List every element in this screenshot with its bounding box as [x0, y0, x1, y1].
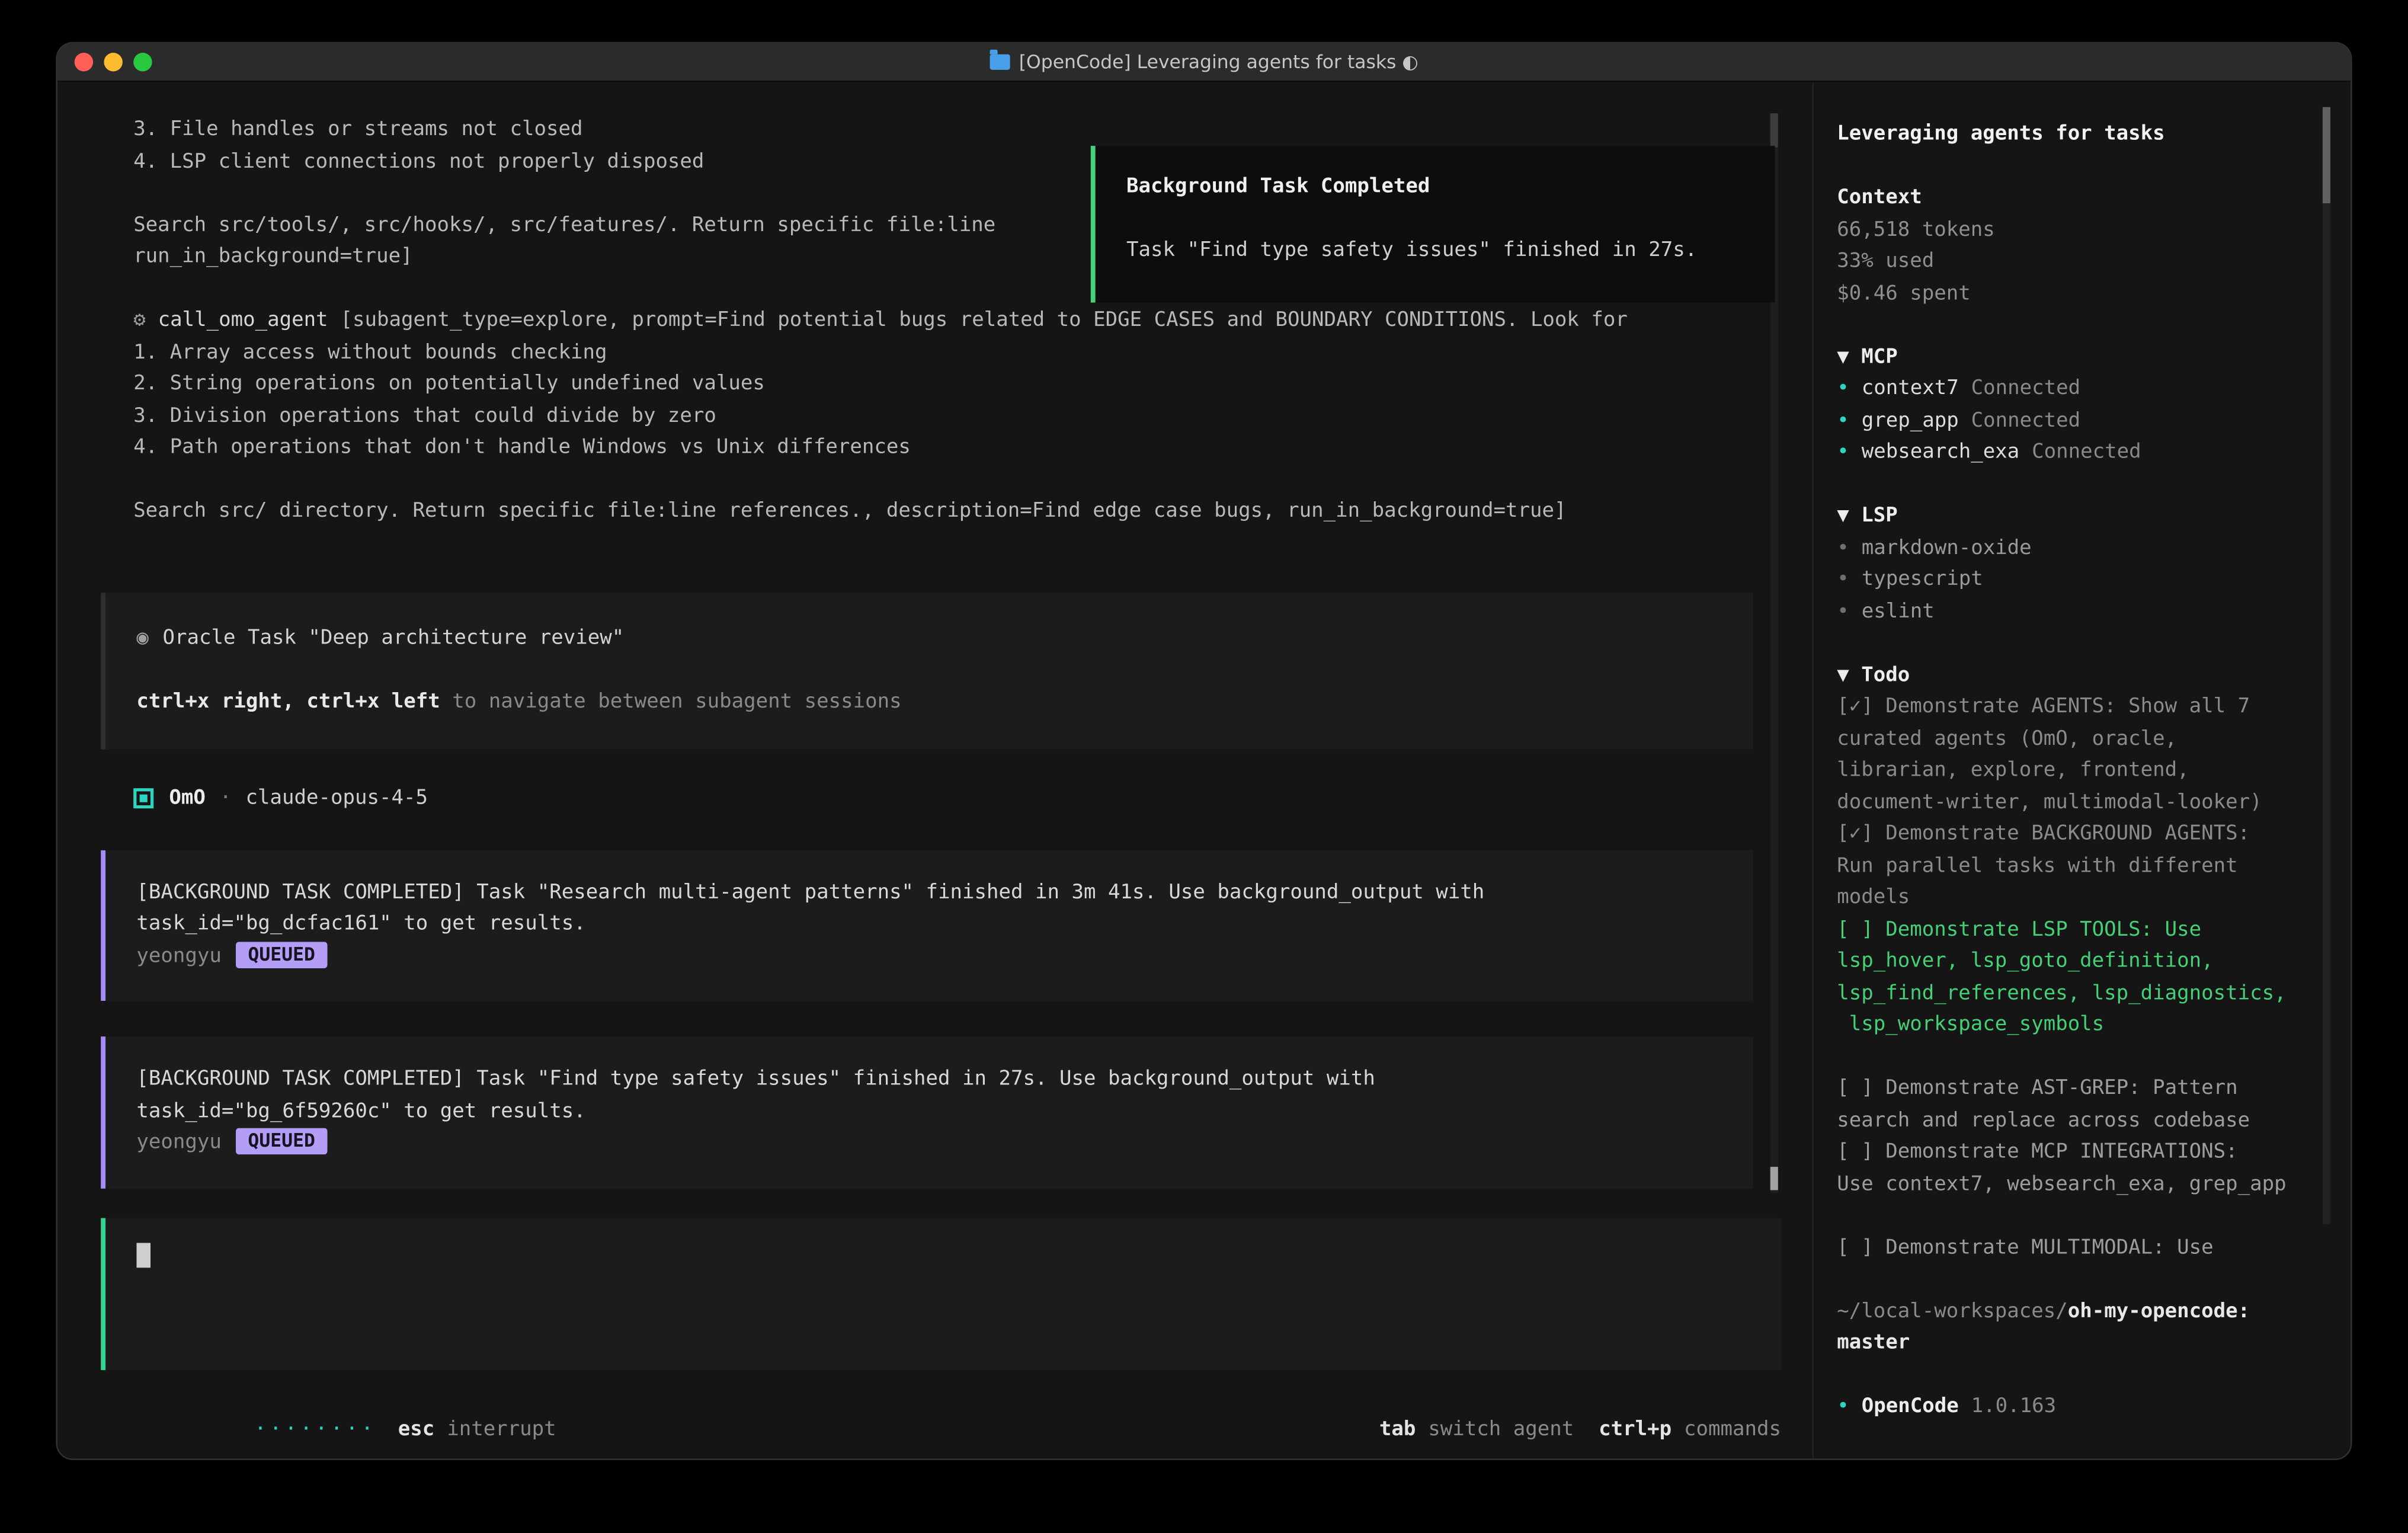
close-button[interactable] — [75, 53, 93, 71]
minimize-button[interactable] — [104, 53, 122, 71]
sidebar-scrollbar[interactable] — [2323, 107, 2330, 1224]
bullet-icon: • — [1837, 536, 1849, 559]
agent-icon — [133, 788, 153, 808]
workspace-path: ~/local-workspaces/oh-my-opencode: — [1837, 1297, 2323, 1329]
bullet-icon: • — [1837, 568, 1849, 591]
agent-name: OmO — [169, 786, 205, 809]
scrollbar-segment[interactable] — [1770, 113, 1778, 148]
tool-args: [subagent_type=explore, prompt=Find pote… — [341, 309, 1628, 332]
task-message: [BACKGROUND TASK COMPLETED] Task "Find t… — [101, 1036, 1753, 1188]
bullet-icon: • — [1837, 1395, 1849, 1418]
terminal-line — [101, 465, 1781, 497]
opencode-version: •OpenCode1.0.163 — [1837, 1392, 2323, 1424]
task-text: [BACKGROUND TASK COMPLETED] Task "Find t… — [136, 1064, 1722, 1096]
main-pane: 3. File handles or streams not closed 4.… — [57, 82, 1813, 1459]
branch-name: master — [1837, 1328, 2323, 1360]
commands-label: commands — [1684, 1418, 1781, 1441]
lsp-item: •markdown-oxide — [1837, 533, 2323, 565]
text-cursor — [136, 1242, 150, 1267]
switch-agent-label: switch agent — [1428, 1418, 1574, 1441]
context-heading: Context — [1837, 183, 2323, 215]
scrollbar-thumb[interactable] — [2323, 107, 2330, 203]
task-user: yeongyu — [136, 1131, 221, 1154]
mcp-item: •context7Connected — [1837, 374, 2323, 406]
bullet-icon: • — [1837, 600, 1849, 623]
oracle-hint: ctrl+x right, ctrl+x left to navigate be… — [136, 687, 1722, 719]
terminal-line: Search src/ directory. Return specific f… — [101, 497, 1781, 529]
task-text: task_id="bg_6f59260c" to get results. — [136, 1096, 1722, 1128]
folder-icon — [990, 55, 1010, 70]
mcp-heading[interactable]: ▼ MCP — [1837, 342, 2323, 374]
context-used: 33% used — [1837, 247, 2323, 279]
input-meta: OmOOpus 4.5Anthropic — [136, 1314, 1750, 1346]
sidebar: Leveraging agents for tasks Context 66,5… — [1812, 82, 2351, 1459]
todo-item: [✓] Demonstrate BACKGROUND AGENTS: Run p… — [1837, 820, 2323, 915]
terminal-line: 2. String operations on potentially unde… — [101, 369, 1781, 401]
bullet-icon: • — [1837, 409, 1849, 432]
terminal-line: 1. Array access without bounds checking — [101, 338, 1781, 370]
oracle-icon: ◉ — [136, 626, 148, 649]
task-message: [BACKGROUND TASK COMPLETED] Task "Resear… — [101, 850, 1753, 1001]
queued-badge: QUEUED — [235, 1128, 327, 1155]
todo-heading[interactable]: ▼ Todo — [1837, 660, 2323, 692]
context-tokens: 66,518 tokens — [1837, 215, 2323, 247]
notification-body: Task "Find type safety issues" finished … — [1126, 236, 1744, 268]
terminal-line: 3. File handles or streams not closed — [101, 115, 1781, 147]
window-title: [OpenCode] Leveraging agents for tasks ◐ — [1019, 51, 1418, 73]
screen: [OpenCode] Leveraging agents for tasks ◐… — [0, 0, 2408, 1533]
separator: · — [219, 786, 231, 809]
terminal-line: 4. Path operations that don't handle Win… — [101, 433, 1781, 465]
titlebar[interactable]: [OpenCode] Leveraging agents for tasks ◐ — [57, 43, 2351, 82]
scrollbar-thumb[interactable] — [1770, 1167, 1778, 1190]
terminal-line: 3. Division operations that could divide… — [101, 401, 1781, 433]
lsp-item: •typescript — [1837, 565, 2323, 597]
ctrlp-key: ctrl+p — [1599, 1418, 1671, 1441]
todo-item: [ ] Demonstrate MCP INTEGRATIONS: Use co… — [1837, 1137, 2323, 1201]
oracle-title: Oracle Task "Deep architecture review" — [162, 626, 624, 649]
agent-header: OmO · claude-opus-4-5 — [101, 782, 1781, 814]
traffic-lights — [75, 53, 152, 71]
context-spent: $0.46 spent — [1837, 279, 2323, 311]
tool-name: call_omo_agent — [158, 309, 328, 332]
queued-badge: QUEUED — [235, 941, 327, 968]
lsp-item: •eslint — [1837, 597, 2323, 629]
lsp-heading[interactable]: ▼ LSP — [1837, 501, 2323, 533]
todo-item: [ ] Demonstrate AST-GREP: Pattern search… — [1837, 1074, 2323, 1137]
gear-icon: ⚙ — [133, 309, 145, 332]
esc-key: esc — [398, 1418, 434, 1441]
bullet-icon: • — [1837, 377, 1849, 400]
task-text: task_id="bg_dcfac161" to get results. — [136, 909, 1722, 941]
todo-item: [✓] Demonstrate AGENTS: Show all 7 curat… — [1837, 692, 2323, 820]
session-title: Leveraging agents for tasks — [1837, 120, 2323, 152]
mcp-item: •grep_appConnected — [1837, 406, 2323, 438]
agent-model: claude-opus-4-5 — [246, 786, 428, 809]
mcp-item: •websearch_exaConnected — [1837, 437, 2323, 469]
status-bar: ········escinterrupt tabswitch agentctrl… — [101, 1383, 1781, 1415]
task-text: [BACKGROUND TASK COMPLETED] Task "Resear… — [136, 878, 1722, 910]
notification-title: Background Task Completed — [1126, 172, 1744, 204]
terminal-window: [OpenCode] Leveraging agents for tasks ◐… — [57, 43, 2351, 1458]
todo-item-active: [ ] Demonstrate LSP TOOLS: Use lsp_hover… — [1837, 915, 2323, 1042]
notification-toast: Background Task Completed Task "Find typ… — [1091, 146, 1775, 302]
todo-item: [ ] Demonstrate MULTIMODAL: Use — [1837, 1233, 2323, 1265]
prompt-input[interactable]: OmOOpus 4.5Anthropic — [101, 1217, 1781, 1369]
task-user: yeongyu — [136, 944, 221, 967]
tab-key: tab — [1379, 1418, 1416, 1441]
bullet-icon: • — [1837, 441, 1849, 464]
spinner-dots: ········ — [246, 1418, 376, 1441]
interrupt-label: interrupt — [447, 1418, 556, 1441]
zoom-button[interactable] — [133, 53, 152, 71]
oracle-panel: ◉Oracle Task "Deep architecture review" … — [101, 592, 1753, 750]
tool-call-line: ⚙ call_omo_agent [subagent_type=explore, p… — [101, 306, 1781, 338]
